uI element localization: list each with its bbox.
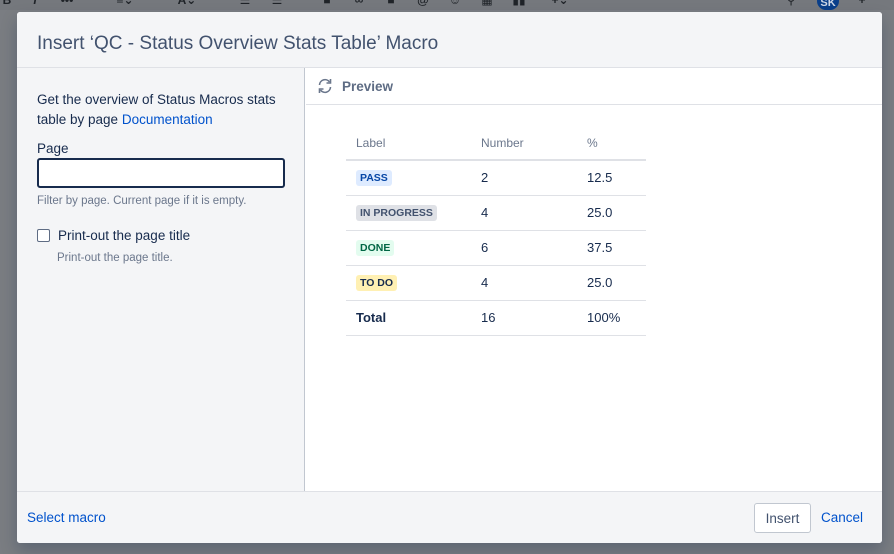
macro-parameters-panel: Get the overview of Status Macros stats … bbox=[17, 68, 305, 491]
search-icon[interactable]: ⚲ bbox=[784, 0, 798, 6]
percent-cell: 37.5 bbox=[577, 230, 646, 266]
editor-toolbar: B I ••• ≡⌄ A⌄ ☰ ☰ ■ ∞ ■ @ ☺ ▦ ▮▮ +⌄ ⚲ SK… bbox=[0, 0, 894, 10]
page-input[interactable] bbox=[37, 158, 285, 188]
page-field-label: Page bbox=[37, 141, 69, 156]
column-header-number: Number bbox=[471, 134, 577, 161]
numbered-list-icon[interactable]: ☰ bbox=[270, 0, 284, 6]
total-number: 16 bbox=[471, 300, 577, 336]
bold-icon[interactable]: B bbox=[0, 0, 14, 6]
print-title-option[interactable]: Print-out the page title bbox=[37, 228, 190, 243]
insert-macro-dialog: Insert ‘QC - Status Overview Stats Table… bbox=[17, 12, 882, 543]
table-row: TO DO 4 25.0 bbox=[346, 265, 646, 301]
table-row: IN PROGRESS 4 25.0 bbox=[346, 195, 646, 231]
text-color-icon[interactable]: A⌄ bbox=[172, 0, 202, 6]
macro-description: Get the overview of Status Macros stats … bbox=[37, 90, 297, 130]
table-row: DONE 6 37.5 bbox=[346, 230, 646, 266]
insert-button[interactable]: Insert bbox=[754, 503, 811, 533]
table-header-row: Label Number % bbox=[346, 134, 646, 161]
mention-icon[interactable]: @ bbox=[416, 0, 430, 6]
status-lozenge: TO DO bbox=[356, 275, 398, 291]
dialog-footer: Select macro Insert Cancel bbox=[17, 491, 882, 543]
print-title-label[interactable]: Print-out the page title bbox=[58, 228, 190, 243]
task-icon[interactable]: ■ bbox=[320, 0, 334, 6]
total-label: Total bbox=[346, 300, 471, 336]
refresh-icon[interactable] bbox=[316, 77, 334, 95]
preview-panel: Preview Label Number % PASS 2 12.5 IN PROGR… bbox=[306, 68, 882, 491]
dialog-title: Insert ‘QC - Status Overview Stats Table… bbox=[37, 33, 439, 54]
print-title-hint: Print-out the page title. bbox=[57, 252, 173, 264]
column-header-percent: % bbox=[577, 134, 646, 161]
stats-table: Label Number % PASS 2 12.5 IN PROGRESS 4 25.0… bbox=[346, 134, 646, 336]
more-icon[interactable]: ••• bbox=[60, 0, 74, 6]
image-icon[interactable]: ■ bbox=[384, 0, 398, 6]
status-cell: PASS bbox=[346, 160, 471, 196]
number-cell: 6 bbox=[471, 230, 577, 266]
bullet-list-icon[interactable]: ☰ bbox=[238, 0, 252, 6]
emoji-icon[interactable]: ☺ bbox=[448, 0, 462, 6]
table-icon[interactable]: ▦ bbox=[480, 0, 494, 6]
dialog-header: Insert ‘QC - Status Overview Stats Table… bbox=[17, 12, 882, 68]
total-percent: 100% bbox=[577, 300, 646, 336]
number-cell: 4 bbox=[471, 265, 577, 301]
percent-cell: 12.5 bbox=[577, 160, 646, 196]
status-cell: DONE bbox=[346, 230, 471, 266]
table-row: PASS 2 12.5 bbox=[346, 160, 646, 196]
page-hint: Filter by page. Current page if it is em… bbox=[37, 195, 247, 207]
documentation-link[interactable]: Documentation bbox=[122, 112, 213, 127]
layout-icon[interactable]: ▮▮ bbox=[512, 0, 526, 6]
avatar[interactable]: SK bbox=[817, 0, 839, 10]
percent-cell: 25.0 bbox=[577, 265, 646, 301]
insert-more-icon[interactable]: +⌄ bbox=[545, 0, 575, 6]
status-lozenge: PASS bbox=[356, 170, 392, 187]
create-icon[interactable]: + bbox=[855, 0, 869, 6]
preview-label: Preview bbox=[342, 79, 394, 94]
print-title-checkbox[interactable] bbox=[37, 229, 50, 242]
select-macro-link[interactable]: Select macro bbox=[27, 510, 106, 525]
status-lozenge: IN PROGRESS bbox=[356, 205, 437, 221]
column-header-label: Label bbox=[346, 134, 471, 161]
number-cell: 4 bbox=[471, 195, 577, 231]
status-cell: IN PROGRESS bbox=[346, 195, 471, 231]
percent-cell: 25.0 bbox=[577, 195, 646, 231]
text-align-icon[interactable]: ≡⌄ bbox=[110, 0, 140, 6]
italic-icon[interactable]: I bbox=[28, 0, 42, 6]
status-lozenge: DONE bbox=[356, 240, 395, 256]
cancel-link[interactable]: Cancel bbox=[821, 510, 863, 525]
link-icon[interactable]: ∞ bbox=[352, 0, 366, 6]
total-row: Total 16 100% bbox=[346, 300, 646, 336]
preview-header: Preview bbox=[306, 68, 882, 105]
number-cell: 2 bbox=[471, 160, 577, 196]
status-cell: TO DO bbox=[346, 265, 471, 301]
